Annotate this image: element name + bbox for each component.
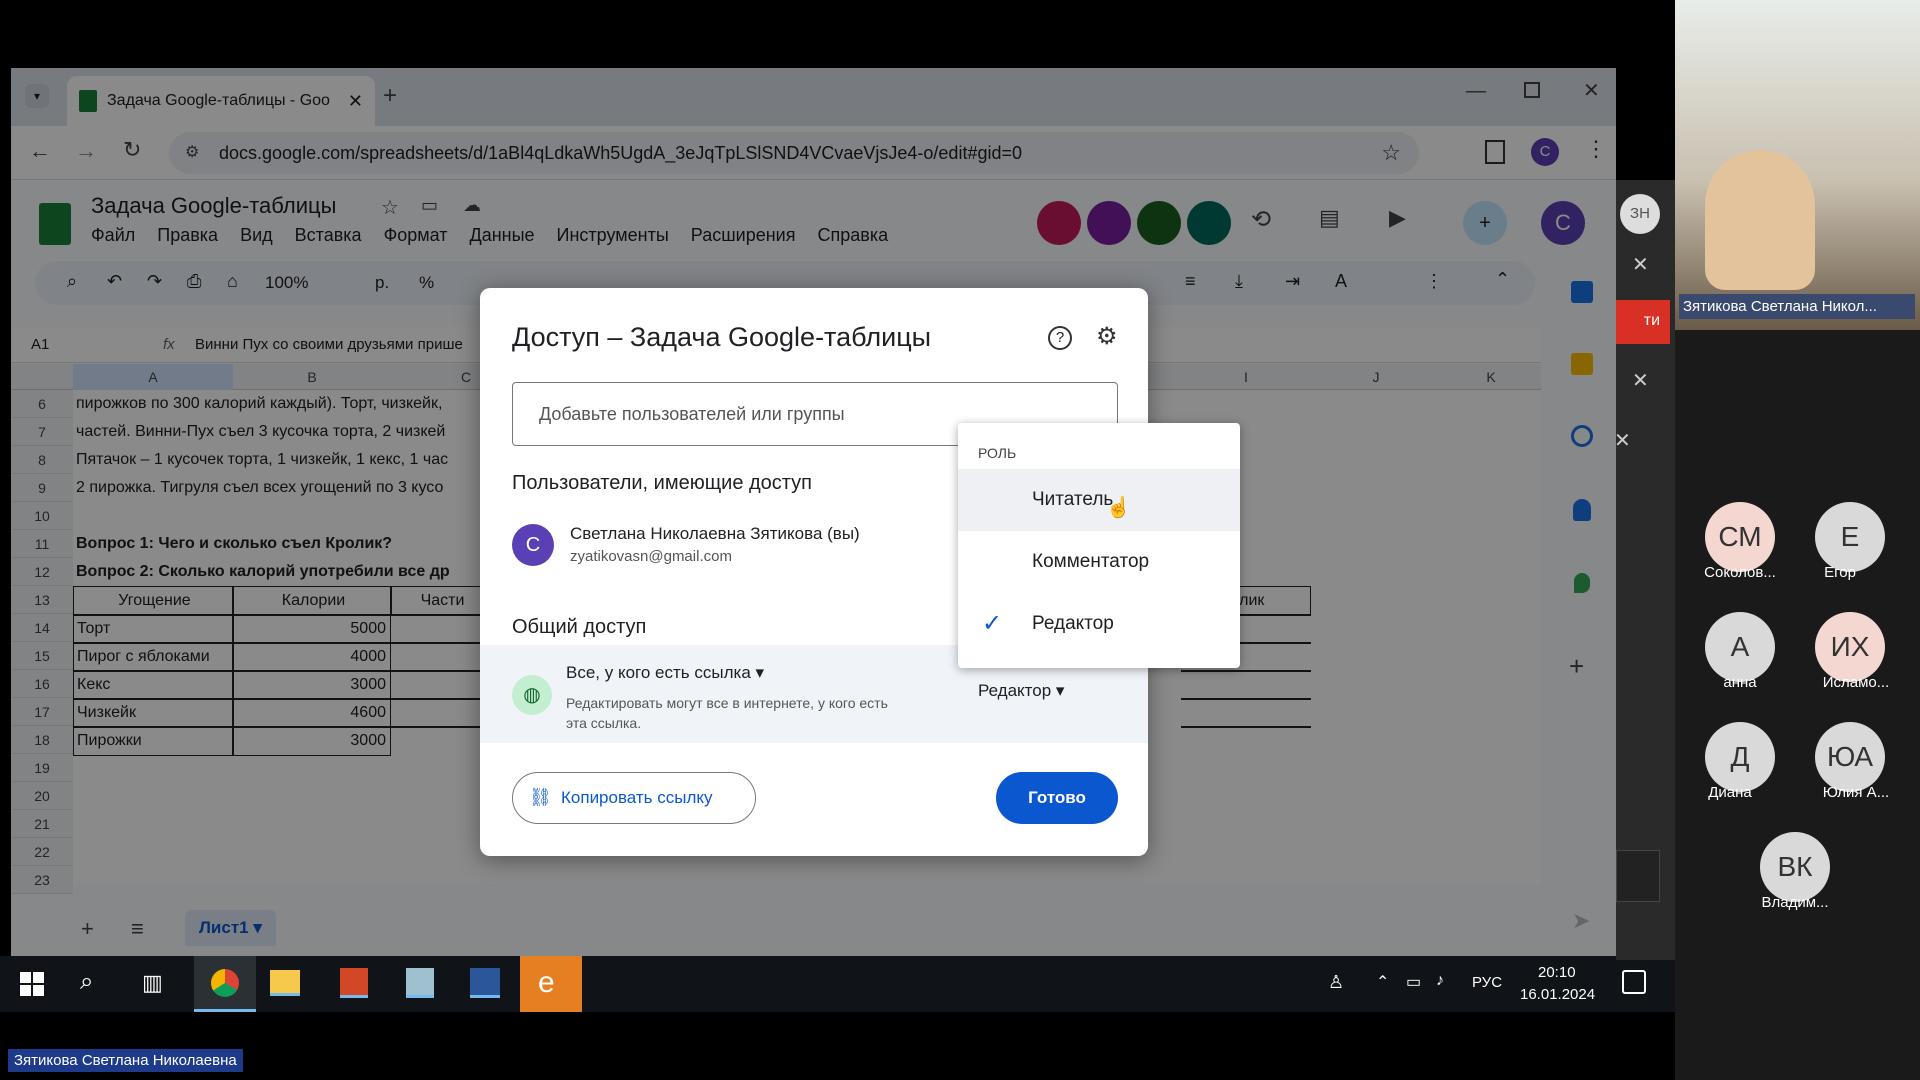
close-icon[interactable]: ✕ [1614, 428, 1631, 453]
participant-name: Соколов... [1704, 564, 1776, 581]
general-access-heading: Общий доступ [512, 616, 647, 638]
speaker-video [1675, 0, 1920, 330]
file-explorer-icon[interactable] [270, 970, 300, 996]
participant-name: Диана [1708, 784, 1752, 801]
people-icon[interactable]: ♙ [1328, 972, 1344, 993]
role-option-editor[interactable]: ✓ Редактор [958, 593, 1240, 655]
link-role-label: Редактор [978, 681, 1052, 700]
done-button[interactable]: Готово [996, 772, 1118, 824]
people-heading: Пользователи, имеющие доступ [512, 472, 813, 494]
participant-name: анна [1723, 674, 1757, 691]
video-conference-panel: Зятикова Светлана Никол... СМ Соколов...… [1675, 0, 1920, 1080]
link-icon: ⛓ [529, 787, 552, 807]
app-icon[interactable] [406, 968, 434, 998]
participant-avatar[interactable]: Е [1815, 502, 1885, 572]
copy-link-button[interactable]: ⛓ Копировать ссылку [512, 772, 756, 824]
participant-name: Юлия А... [1822, 784, 1890, 801]
send-icon[interactable]: ➤ [1572, 908, 1590, 934]
internet-explorer-icon: e [538, 966, 555, 999]
participant-avatar[interactable]: ИХ [1815, 612, 1885, 682]
volume-icon[interactable]: ♪ [1436, 972, 1444, 990]
participant-avatar[interactable]: А [1705, 612, 1775, 682]
participant-avatar[interactable]: ЮА [1815, 722, 1885, 792]
clock-time[interactable]: 20:10 [1538, 964, 1576, 981]
dropdown-arrow-icon: ▾ [1055, 681, 1065, 700]
powerpoint-icon[interactable] [340, 968, 368, 998]
participant-avatar[interactable]: Д [1705, 722, 1775, 792]
participant-avatar[interactable]: ВК [1760, 832, 1830, 902]
close-icon[interactable]: ✕ [1632, 368, 1649, 393]
participant-name: Владим... [1761, 894, 1829, 911]
tray-chevron-icon[interactable]: ⌃ [1376, 972, 1389, 992]
role-option-commenter[interactable]: Комментатор [958, 531, 1240, 593]
role-dropdown-menu: РОЛЬ Читатель ☝ Комментатор ✓ Редактор [958, 423, 1240, 668]
ie-taskbar-button[interactable]: e [520, 956, 582, 1012]
checkmark-icon: ✓ [982, 610, 1003, 637]
dialog-title: Доступ – Задача Google-таблицы [512, 322, 932, 352]
word-icon[interactable] [470, 968, 500, 998]
panel-red-button[interactable]: ти [1616, 300, 1670, 344]
user-name: Светлана Николаевна Зятикова (вы) [570, 524, 860, 543]
user-avatar: C [512, 524, 554, 566]
globe-icon: ◍ [512, 675, 552, 715]
link-scope-label: Все, у кого есть ссылка [566, 663, 751, 682]
chrome-taskbar-button[interactable] [194, 956, 256, 1012]
role-option-viewer-label: Читатель [1032, 489, 1114, 510]
link-role-select[interactable]: Редактор ▾ [978, 681, 1064, 701]
link-scope-select[interactable]: Все, у кого есть ссылка ▾ [566, 663, 764, 683]
participant-avatar[interactable]: СМ [1705, 502, 1775, 572]
meeting-side-strip: ЗН ✕ ти ✕ [1616, 180, 1675, 960]
link-desc-1: Редактировать могут все в интернете, у к… [566, 695, 888, 711]
copy-link-label: Копировать ссылку [561, 788, 713, 807]
panel-avatar: ЗН [1620, 194, 1660, 234]
speaker-name-label: Зятикова Светлана Никол... [1679, 294, 1915, 319]
role-option-editor-label: Редактор [1032, 613, 1114, 634]
role-option-commenter-label: Комментатор [1032, 551, 1150, 572]
chrome-icon [211, 969, 239, 997]
speaker-face-image [1705, 150, 1815, 290]
notifications-icon[interactable] [1622, 970, 1646, 994]
windows-taskbar: ⌕ ▥ e ♙ ⌃ ▭ ♪ РУС 20:10 16.01.2024 [0, 956, 1675, 1012]
settings-gear-icon[interactable]: ⚙ [1096, 322, 1118, 351]
participant-name: Егор [1824, 564, 1856, 581]
help-icon[interactable]: ? [1048, 326, 1072, 350]
chat-input-area[interactable] [1616, 850, 1660, 902]
dropdown-arrow-icon: ▾ [755, 663, 765, 682]
language-indicator[interactable]: РУС [1472, 974, 1502, 991]
mouse-cursor-icon: ☝ [1106, 497, 1131, 519]
clock-date[interactable]: 16.01.2024 [1520, 986, 1595, 1003]
link-desc-2: эта ссылка. [566, 715, 642, 731]
role-heading: РОЛЬ [978, 445, 1017, 461]
role-option-viewer[interactable]: Читатель ☝ [958, 469, 1240, 531]
close-icon[interactable]: ✕ [1632, 252, 1649, 277]
add-people-placeholder: Добавьте пользователей или группы [539, 404, 845, 424]
task-view-icon[interactable]: ▥ [142, 970, 163, 996]
desktop-screen: ▾ Задача Google-таблицы - Goo ✕ + — ✕ ← … [0, 0, 1675, 1080]
user-email: zyatikovasn@gmail.com [570, 548, 732, 565]
network-icon[interactable]: ▭ [1406, 972, 1421, 992]
presenter-name-label: Зятикова Светлана Николаевна [8, 1049, 243, 1072]
start-icon[interactable] [20, 972, 44, 996]
participant-name: Исламо... [1822, 674, 1890, 691]
search-icon[interactable]: ⌕ [80, 968, 93, 996]
